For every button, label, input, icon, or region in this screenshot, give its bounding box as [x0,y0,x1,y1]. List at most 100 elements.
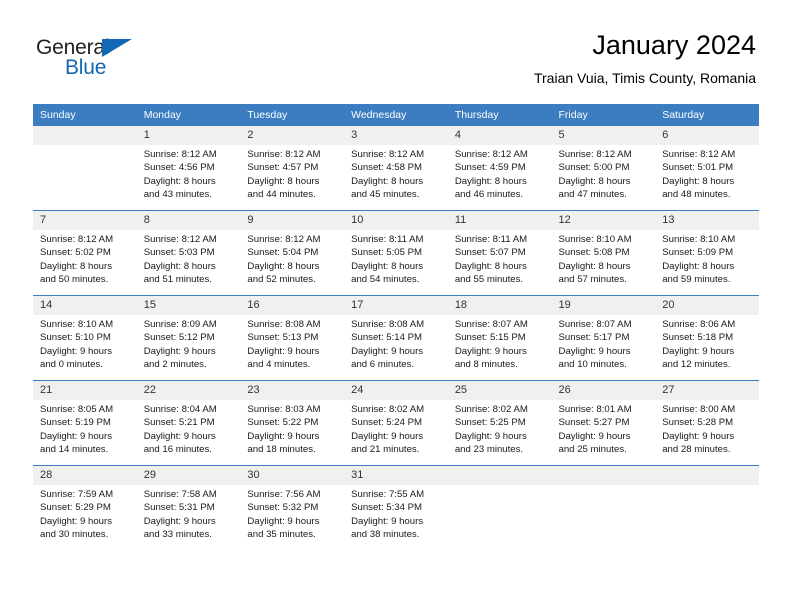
daylight-duration-line2: and 10 minutes. [558,359,627,371]
calendar-day-cell[interactable]: 4 Sunrise: 8:12 AM Sunset: 4:59 PM Daylight… [447,126,552,211]
daylight-duration-line2: and 12 minutes. [662,359,731,371]
daylight-duration-line2: and 30 minutes. [40,529,109,541]
calendar-day-cell[interactable]: 20 Sunrise: 8:06 AM Sunset: 5:18 PM Dayligh… [655,295,759,381]
sunset-time: Sunset: 5:01 PM [662,162,734,174]
day-details: Sunrise: 8:12 AM Sunset: 4:57 PM Daylight:… [240,145,344,202]
calendar-day-cell[interactable]: 10 Sunrise: 8:11 AM Sunset: 5:05 PM Dayligh… [344,210,448,296]
calendar-day-cell[interactable]: 6 Sunrise: 8:12 AM Sunset: 5:01 PM Daylight… [655,126,759,211]
calendar-day-cell[interactable]: 11 Sunrise: 8:11 AM Sunset: 5:07 PM Dayligh… [447,210,552,296]
calendar-day-cell[interactable]: 19 Sunrise: 8:07 AM Sunset: 5:17 PM Dayligh… [551,295,656,381]
calendar-day-cell[interactable]: 15 Sunrise: 8:09 AM Sunset: 5:12 PM Dayligh… [136,295,241,381]
calendar-day-cell[interactable]: 22 Sunrise: 8:04 AM Sunset: 5:21 PM Dayligh… [136,380,241,466]
daylight-duration-line1: Daylight: 9 hours [40,430,112,442]
day-details: Sunrise: 8:07 AM Sunset: 5:15 PM Daylight:… [448,315,552,372]
calendar-day-cell[interactable]: 27 Sunrise: 8:00 AM Sunset: 5:28 PM Dayligh… [655,380,759,466]
calendar-day-cell[interactable]: 16 Sunrise: 8:08 AM Sunset: 5:13 PM Dayligh… [240,295,345,381]
day-number: 4 [447,126,552,145]
sunset-time: Sunset: 5:05 PM [351,247,423,259]
sunset-time: Sunset: 5:12 PM [143,332,215,344]
calendar-day-cell[interactable]: 1 Sunrise: 8:12 AM Sunset: 4:56 PM Daylight… [136,126,241,211]
day-number [655,466,759,485]
daylight-duration-line2: and 46 minutes. [454,189,524,201]
day-details: Sunrise: 8:05 AM Sunset: 5:19 PM Daylight:… [33,400,137,457]
day-number: 10 [344,211,448,230]
sunset-time: Sunset: 5:31 PM [143,502,215,514]
sunset-time: Sunset: 5:24 PM [351,417,423,429]
calendar-day-cell[interactable]: 26 Sunrise: 8:01 AM Sunset: 5:27 PM Dayligh… [551,380,656,466]
calendar-body: 1 Sunrise: 8:12 AM Sunset: 4:56 PM Daylight… [33,126,759,550]
calendar-day-cell[interactable]: 18 Sunrise: 8:07 AM Sunset: 5:15 PM Dayligh… [447,295,552,381]
sunrise-time: Sunrise: 8:12 AM [247,234,321,245]
day-details: Sunrise: 8:12 AM Sunset: 5:00 PM Daylight:… [552,145,656,202]
daylight-duration-line1: Daylight: 9 hours [454,430,527,442]
day-details: Sunrise: 7:58 AM Sunset: 5:31 PM Daylight:… [137,485,241,542]
calendar-day-cell[interactable]: 2 Sunrise: 8:12 AM Sunset: 4:57 PM Daylight… [240,126,345,211]
sunrise-time: Sunrise: 8:12 AM [143,234,217,245]
sunrise-time: Sunrise: 8:00 AM [662,404,736,415]
daylight-duration-line2: and 23 minutes. [454,444,524,456]
sunrise-time: Sunrise: 7:59 AM [40,489,114,500]
calendar-day-cell[interactable]: 29 Sunrise: 7:58 AM Sunset: 5:31 PM Dayligh… [136,465,241,550]
day-number [447,466,552,485]
sunset-time: Sunset: 5:09 PM [662,247,734,259]
daylight-duration-line1: Daylight: 8 hours [454,175,527,187]
calendar-day-cell[interactable]: 13 Sunrise: 8:10 AM Sunset: 5:09 PM Dayligh… [655,210,759,296]
sunrise-sunset-calendar: Sunday Monday Tuesday Wednesday Thursday Frid… [33,104,759,550]
daylight-duration-line1: Daylight: 9 hours [143,430,216,442]
calendar-day-cell[interactable]: 25 Sunrise: 8:02 AM Sunset: 5:25 PM Dayligh… [447,380,552,466]
day-number: 11 [447,211,552,230]
calendar-day-cell[interactable]: 21 Sunrise: 8:05 AM Sunset: 5:19 PM Dayligh… [33,380,137,466]
daylight-duration-line1: Daylight: 9 hours [662,345,735,357]
logo-text-blue: Blue [65,56,107,79]
page-subtitle: Traian Vuia, Timis County, Romania [533,70,756,86]
weekday-header-monday: Monday [136,104,241,126]
day-details: Sunrise: 8:10 AM Sunset: 5:09 PM Daylight:… [655,230,759,287]
daylight-duration-line1: Daylight: 9 hours [247,430,320,442]
calendar-day-cell[interactable]: 30 Sunrise: 7:56 AM Sunset: 5:32 PM Dayligh… [240,465,345,550]
day-number: 12 [551,211,656,230]
day-details: Sunrise: 8:07 AM Sunset: 5:17 PM Daylight:… [552,315,656,372]
calendar-day-cell[interactable]: 7 Sunrise: 8:12 AM Sunset: 5:02 PM Daylight… [33,210,137,296]
calendar-day-cell[interactable]: 17 Sunrise: 8:08 AM Sunset: 5:14 PM Dayligh… [344,295,448,381]
calendar-day-cell[interactable]: 14 Sunrise: 8:10 AM Sunset: 5:10 PM Dayligh… [33,295,137,381]
calendar-day-cell[interactable]: 24 Sunrise: 8:02 AM Sunset: 5:24 PM Dayligh… [344,380,448,466]
day-number: 17 [344,296,448,315]
calendar-day-cell[interactable]: 12 Sunrise: 8:10 AM Sunset: 5:08 PM Dayligh… [551,210,656,296]
day-number: 16 [240,296,345,315]
calendar-day-cell[interactable]: 3 Sunrise: 8:12 AM Sunset: 4:58 PM Daylight… [344,126,448,211]
weekday-header-wednesday: Wednesday [344,104,448,126]
daylight-duration-line1: Daylight: 9 hours [351,515,424,527]
daylight-duration-line1: Daylight: 8 hours [143,260,216,272]
sunrise-time: Sunrise: 8:12 AM [247,149,321,160]
day-number [551,466,656,485]
calendar-day-cell[interactable]: 31 Sunrise: 7:55 AM Sunset: 5:34 PM Dayligh… [344,465,448,550]
day-number: 1 [136,126,241,145]
sunset-time: Sunset: 5:21 PM [143,417,215,429]
calendar-day-cell[interactable]: 23 Sunrise: 8:03 AM Sunset: 5:22 PM Dayligh… [240,380,345,466]
calendar-day-cell[interactable]: 28 Sunrise: 7:59 AM Sunset: 5:29 PM Dayligh… [33,465,137,550]
sunrise-time: Sunrise: 8:10 AM [558,234,632,245]
daylight-duration-line2: and 4 minutes. [247,359,311,371]
daylight-duration-line2: and 33 minutes. [143,529,212,541]
sunset-time: Sunset: 5:19 PM [40,417,111,429]
sunset-time: Sunset: 5:02 PM [40,247,111,259]
calendar-day-cell[interactable]: 8 Sunrise: 8:12 AM Sunset: 5:03 PM Daylight… [136,210,241,296]
generalblue-logo[interactable]: General Blue [36,36,216,82]
sunset-time: Sunset: 5:07 PM [454,247,526,259]
sunrise-time: Sunrise: 8:11 AM [454,234,528,245]
calendar-day-cell[interactable]: 9 Sunrise: 8:12 AM Sunset: 5:04 PM Daylight… [240,210,345,296]
sunrise-time: Sunrise: 8:12 AM [40,234,114,245]
page-title: January 2024 [592,30,756,60]
daylight-duration-line2: and 50 minutes. [40,274,109,286]
daylight-duration-line1: Daylight: 9 hours [558,345,631,357]
daylight-duration-line1: Daylight: 9 hours [351,430,424,442]
day-details: Sunrise: 8:11 AM Sunset: 5:05 PM Daylight:… [344,230,448,287]
sunrise-time: Sunrise: 8:07 AM [454,319,528,330]
sunrise-time: Sunrise: 8:08 AM [247,319,321,330]
calendar-day-cell[interactable]: 5 Sunrise: 8:12 AM Sunset: 5:00 PM Daylight… [551,126,656,211]
day-number: 13 [655,211,759,230]
sunset-time: Sunset: 5:22 PM [247,417,319,429]
daylight-duration-line2: and 45 minutes. [351,189,420,201]
daylight-duration-line1: Daylight: 8 hours [558,175,631,187]
sunrise-time: Sunrise: 8:11 AM [351,234,424,245]
